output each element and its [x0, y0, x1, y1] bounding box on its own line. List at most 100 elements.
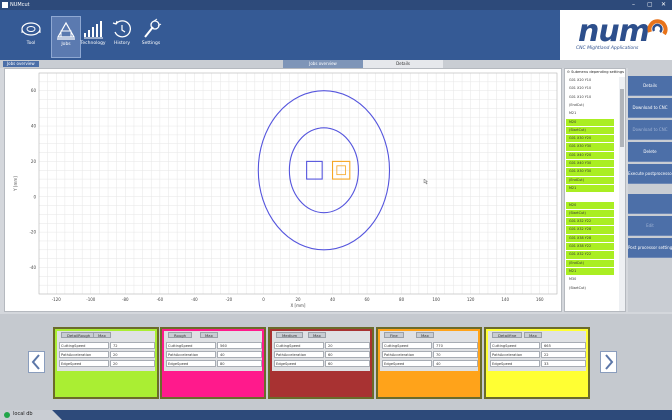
y-axis-label: Y [mm] [13, 176, 18, 192]
technology-card[interactable]: Detailfine Max CuttingSpeed 665 PathAccelera… [484, 327, 590, 399]
program-line[interactable]: (EndCut) [566, 102, 614, 109]
card-name[interactable]: Rough [168, 332, 193, 338]
card-param-row: PathAcceleration 22 [490, 351, 586, 358]
card-name[interactable]: Detailfine [492, 332, 523, 338]
tab-details[interactable]: Details [363, 60, 443, 68]
card-max[interactable]: Max [416, 332, 434, 338]
card-name[interactable]: Medium [276, 332, 304, 338]
param-label: CuttingSpeed [59, 342, 109, 349]
card-name[interactable]: DetailRough [61, 332, 97, 338]
close-icon[interactable]: ✕ [661, 1, 666, 8]
card-max[interactable]: Max [200, 332, 218, 338]
program-line[interactable]: M20 [566, 201, 614, 209]
program-line[interactable]: (EndCut) [566, 176, 614, 184]
program-list[interactable]: ⊙ Submenu depending settings G01 X20 Y10… [564, 68, 626, 312]
param-value-field[interactable]: 70 [433, 351, 478, 358]
program-line[interactable]: G01 X38 Y22 [566, 243, 614, 251]
param-value-field[interactable]: 22 [541, 351, 586, 358]
param-value-field[interactable]: 40 [217, 351, 262, 358]
nav-technology-label: Technology [80, 41, 106, 46]
param-label: EdgeSpeed [490, 360, 540, 367]
action-button[interactable] [628, 194, 672, 214]
card-max[interactable]: Max [524, 332, 542, 338]
nav-history[interactable]: History [107, 16, 137, 58]
program-line[interactable]: G01 X20 Y10 [566, 77, 614, 84]
nav-settings[interactable]: Settings [136, 16, 166, 58]
status-bar: local db [0, 410, 672, 420]
action-button[interactable]: Download to CNC [628, 98, 672, 118]
technology-card[interactable]: Rough Max CuttingSpeed 560 PathAcceleration 4… [160, 327, 266, 399]
program-line[interactable]: G01 X38 Y28 [566, 234, 614, 243]
param-value-field[interactable]: 20 [110, 351, 155, 358]
program-line[interactable]: M21 [566, 110, 614, 117]
param-value-field[interactable]: 560 [217, 342, 262, 349]
program-line[interactable]: (StartCut) [566, 209, 614, 218]
program-line[interactable]: G01 X30 Y20 [566, 135, 614, 143]
technology-card[interactable]: Medium Max CuttingSpeed 20 PathAcceleration 6… [268, 327, 374, 399]
action-button[interactable]: Download to CNC [628, 120, 672, 140]
action-button[interactable]: Execute postprocessor [628, 164, 672, 184]
cards-next-button[interactable] [600, 351, 617, 373]
toolpath-plot[interactable]: -120 -100 -80 -60 -40 -20 0 20 40 60 80 100 120 140 16… [5, 69, 561, 311]
param-value-field[interactable]: 60 [325, 360, 370, 367]
program-line[interactable]: M21 [566, 267, 614, 276]
program-line[interactable]: (StartCut) [566, 285, 614, 292]
nav-jobs[interactable]: Jobs [51, 16, 81, 58]
param-value-field[interactable]: 770 [433, 342, 478, 349]
program-line[interactable]: G01 X32 Y22 [566, 251, 614, 259]
tab-jobs-overview[interactable]: Jobs overview [283, 60, 363, 68]
program-line[interactable]: G01 X20 Y10 [566, 85, 614, 92]
program-list-scrollbar[interactable] [619, 77, 625, 311]
program-line[interactable]: M20 [566, 118, 614, 126]
program-line[interactable]: G01 X40 Y20 [566, 151, 614, 160]
program-line[interactable]: G01 X32 Y28 [566, 226, 614, 234]
nav-settings-label: Settings [141, 41, 161, 46]
card-param-row: CuttingSpeed 770 [382, 342, 478, 349]
program-line[interactable]: (StartCut) [566, 126, 614, 135]
program-line[interactable]: M21 [566, 184, 614, 193]
scrollbar-thumb[interactable] [620, 89, 624, 147]
param-value-field[interactable]: 33 [541, 360, 586, 367]
param-value-field[interactable]: 60 [325, 351, 370, 358]
toolpath-plot-panel[interactable]: -120 -100 -80 -60 -40 -20 0 20 40 60 80 100 120 140 16… [4, 68, 562, 312]
cards-prev-button[interactable] [28, 351, 45, 373]
param-value-field[interactable]: 20 [110, 360, 155, 367]
program-line[interactable] [566, 193, 614, 200]
program-line[interactable]: G01 X30 Y30 [566, 143, 614, 151]
nav-jobs-label: Jobs [61, 42, 71, 47]
card-name[interactable]: Fine [384, 332, 404, 338]
action-button[interactable]: Delete [628, 142, 672, 162]
nav-tool[interactable]: Tool [16, 16, 46, 58]
technology-card[interactable]: Fine Max CuttingSpeed 770 PathAcceleration 70… [376, 327, 482, 399]
technology-card[interactable]: DetailRough Max CuttingSpeed 72 PathAccelera… [53, 327, 159, 399]
action-button[interactable]: Edit [628, 216, 672, 236]
card-param-row: CuttingSpeed 560 [166, 342, 262, 349]
nav-technology[interactable]: Technology [78, 16, 108, 58]
param-value-field[interactable]: 40 [433, 360, 478, 367]
program-line[interactable]: M30 [566, 276, 614, 283]
program-line[interactable]: G01 X10 Y10 [566, 94, 614, 101]
maximize-icon[interactable]: ▢ [647, 1, 653, 8]
program-line[interactable]: G01 X40 Y30 [566, 160, 614, 168]
breadcrumb[interactable]: Jobs overview [3, 61, 39, 67]
param-value-field[interactable]: 72 [110, 342, 155, 349]
y-tick-label: 20 [31, 159, 37, 164]
program-line[interactable]: G01 X30 Y30 [566, 168, 614, 176]
card-max[interactable]: Max [93, 332, 111, 338]
action-button[interactable]: Post processor settings [628, 238, 672, 258]
x-tick-label: -40 [191, 297, 198, 302]
brand-name: num [578, 14, 650, 49]
status-tag: local db [0, 410, 62, 420]
minimize-icon[interactable]: – [632, 1, 635, 8]
param-value-field[interactable]: 20 [325, 342, 370, 349]
param-label: CuttingSpeed [274, 342, 324, 349]
param-value-field[interactable]: 665 [541, 342, 586, 349]
x-tick-label: 60 [365, 297, 371, 302]
param-value-field[interactable]: 80 [217, 360, 262, 367]
param-label: CuttingSpeed [166, 342, 216, 349]
program-line[interactable]: G01 X32 Y22 [566, 218, 614, 226]
card-max[interactable]: Max [308, 332, 326, 338]
x-axis-label: X [mm] [291, 303, 306, 308]
action-button[interactable]: Details [628, 76, 672, 96]
program-line[interactable]: (EndCut) [566, 259, 614, 267]
